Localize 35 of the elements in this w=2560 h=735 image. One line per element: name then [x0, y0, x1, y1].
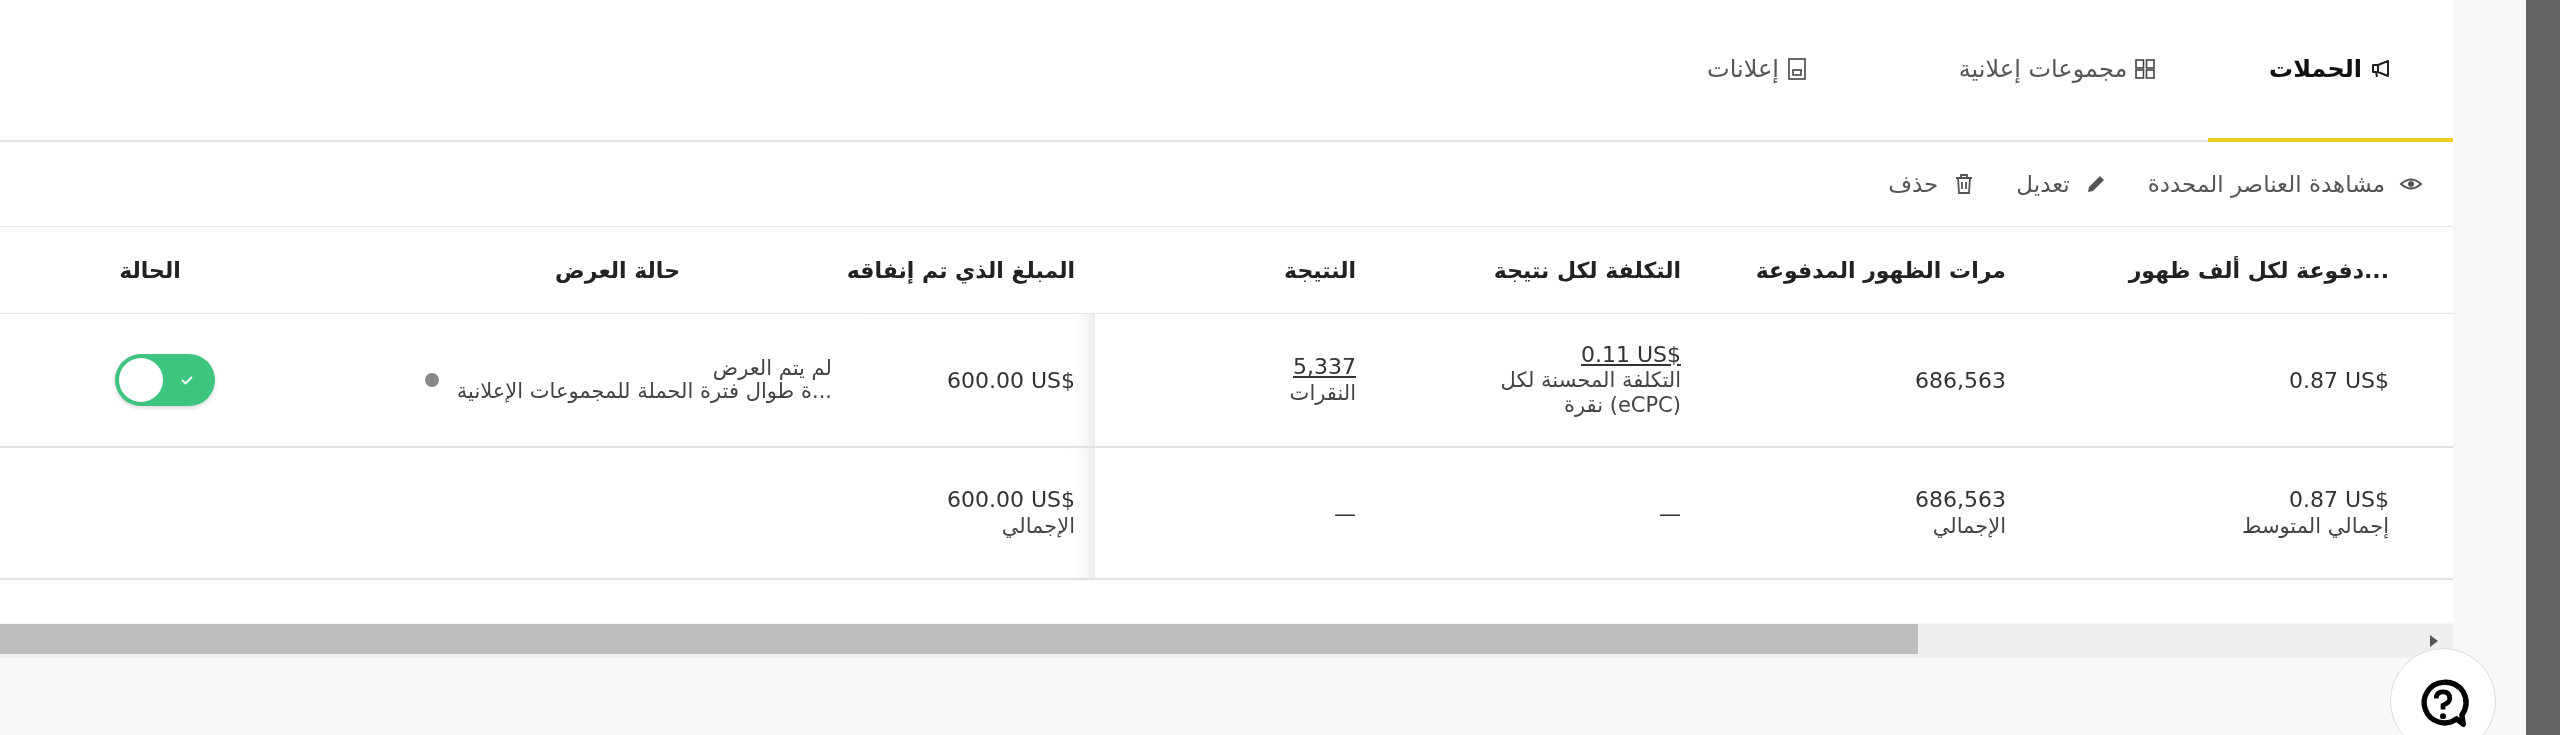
- column-header: التكلفة لكل نتيجة: [1493, 257, 1681, 283]
- table-cell: 686,563: [1915, 487, 2006, 514]
- cell-caption: النقرات: [1289, 380, 1356, 406]
- table-cell: 600.00 US$: [946, 487, 1075, 514]
- table-cell: 0.87 US$: [2288, 487, 2389, 514]
- scroll-right-icon[interactable]: [2429, 634, 2439, 648]
- table-cell: —: [1334, 500, 1356, 526]
- tab[interactable]: مجموعات إعلانية: [1908, 0, 2208, 142]
- delivery-status: لم يتم العرض: [711, 356, 832, 380]
- tab[interactable]: الحملات: [2208, 0, 2453, 142]
- delivery-detail: ...ة طوال فترة الحملة للمجموعات الإعلانية: [456, 380, 832, 404]
- table-cell: —: [1659, 500, 1681, 526]
- toolbar-button[interactable]: حذف: [1888, 171, 1977, 197]
- grid-icon: [2133, 57, 2158, 81]
- cell-caption: الإجمالي: [1932, 513, 2006, 539]
- toolbar-button[interactable]: تعديل: [2016, 171, 2108, 197]
- toggle-switch[interactable]: [115, 354, 215, 406]
- table-cell: 686,563: [1915, 367, 2006, 393]
- cell-caption: الإجمالي: [1001, 513, 1075, 539]
- status-dot: [424, 373, 439, 387]
- cell-caption: إجمالي المتوسط: [2241, 513, 2389, 539]
- column-header: الحالة: [119, 257, 181, 283]
- result-link[interactable]: 5,337: [1293, 354, 1356, 381]
- column-header: المبلغ الذي تم إنفاقه: [846, 257, 1075, 283]
- column-header: النتيجة: [1284, 257, 1356, 283]
- cell-caption: التكلفة المحسنة لكل (eCPC) نقرة: [1499, 368, 1681, 419]
- tab[interactable]: إعلانات: [1608, 0, 1908, 142]
- column-header: حالة العرض: [555, 257, 680, 283]
- horizontal-scrollbar[interactable]: [0, 624, 2453, 658]
- toolbar-button[interactable]: مشاهدة العناصر المحددة: [2147, 171, 2423, 197]
- column-header: مرات الظهور المدفوعة: [1755, 257, 2006, 283]
- cost-link[interactable]: 0.11 US$: [1580, 341, 1681, 368]
- column-header: ...دفوعة لكل ألف ظهور: [2128, 257, 2389, 283]
- table-cell: 600.00 US$: [946, 367, 1075, 393]
- table-cell: 0.87 US$: [2288, 367, 2389, 393]
